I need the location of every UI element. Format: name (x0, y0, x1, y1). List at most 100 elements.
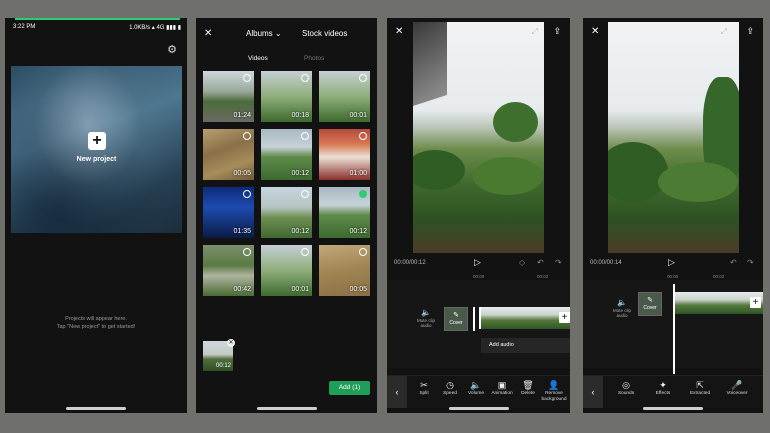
video-thumb[interactable]: 00:01 (319, 71, 370, 122)
video-thumb[interactable]: 00:05 (203, 129, 254, 180)
tab-videos[interactable]: Videos (248, 55, 268, 62)
sounds-icon: ◎ (622, 380, 630, 390)
new-project-label: New project (76, 156, 117, 163)
ruler-tick: 00:02 (537, 274, 549, 279)
video-duration: 00:12 (291, 170, 309, 177)
select-circle-icon[interactable] (301, 74, 309, 82)
gear-icon[interactable]: ⚙ (167, 43, 177, 56)
video-duration: 00:12 (291, 228, 309, 235)
home-screen: 3:22 PM 1.0KB/s ▴ 4G ▮▮▮ ▮ ⚙ + New proje… (5, 18, 187, 413)
new-project-card[interactable]: + New project (11, 66, 182, 233)
add-button[interactable]: Add (1) (329, 381, 370, 395)
fullscreen-icon[interactable]: ⤢ (532, 27, 538, 37)
playback-row: 00:00/00:14 ▷ ↶ ↷ (583, 257, 763, 270)
mute-clip-audio-button[interactable]: 🔈 Mute clip audio (415, 308, 437, 328)
select-circle-icon[interactable] (243, 248, 251, 256)
tool-label: Voiceover (726, 391, 748, 396)
video-preview[interactable] (608, 22, 739, 253)
video-thumb[interactable]: 00:01 (261, 245, 312, 296)
playhead[interactable] (673, 284, 675, 374)
select-circle-icon[interactable] (243, 74, 251, 82)
keyframe-icon[interactable]: ◇ (519, 258, 525, 267)
select-circle-icon[interactable] (359, 248, 367, 256)
video-clip[interactable]: + (479, 307, 570, 329)
close-icon[interactable]: ✕ (395, 26, 403, 37)
empty-line-1: Projects will appear here. (65, 316, 127, 322)
select-circle-icon[interactable] (301, 248, 309, 256)
video-thumb[interactable]: 00:12 (261, 187, 312, 238)
video-thumb[interactable]: 00:12 (319, 187, 370, 238)
select-circle-icon[interactable] (359, 190, 367, 198)
play-icon[interactable]: ▷ (668, 257, 675, 268)
video-thumb[interactable]: 00:18 (261, 71, 312, 122)
remove-icon[interactable]: ✕ (227, 339, 235, 347)
tool-label: Volume (468, 391, 484, 396)
ruler-tick: 00:02 (713, 274, 725, 279)
redo-icon[interactable]: ↷ (747, 258, 754, 267)
status-progress-line (15, 18, 180, 20)
empty-line-2: Tap "New project" to get started! (56, 324, 136, 330)
add-clip-icon[interactable]: + (750, 297, 761, 308)
back-icon[interactable]: ‹ (387, 376, 407, 408)
playback-time: 00:00/00:12 (394, 260, 426, 266)
tool-extracted[interactable]: ⇱ Extracted (687, 379, 713, 397)
cover-button[interactable]: ✎ Cover (444, 307, 468, 331)
export-icon[interactable]: ⇪ (746, 26, 754, 37)
tool-animation[interactable]: ▣ Animation (489, 379, 515, 397)
redo-icon[interactable]: ↷ (555, 258, 562, 267)
add-clip-icon[interactable]: + (559, 312, 570, 323)
video-preview[interactable] (413, 22, 544, 253)
video-thumb[interactable]: 00:05 (319, 245, 370, 296)
video-thumb[interactable]: 00:42 (203, 245, 254, 296)
fullscreen-icon[interactable]: ⤢ (721, 27, 727, 37)
tool-sounds[interactable]: ◎ Sounds (613, 379, 639, 397)
close-icon[interactable]: ✕ (591, 26, 599, 37)
video-thumb[interactable]: 01:24 (203, 71, 254, 122)
home-indicator (448, 407, 509, 410)
tool-effects[interactable]: ✦ Effects (650, 379, 676, 397)
timeline[interactable]: 🔈 Mute clip audio ✎ Cover + Add audio (387, 280, 570, 368)
tree (658, 162, 738, 202)
tool-remove-background[interactable]: 👤 Remove background (541, 379, 567, 402)
select-circle-icon[interactable] (243, 132, 251, 140)
undo-icon[interactable]: ↶ (537, 258, 544, 267)
playback-row: 00:00/00:12 ▷ ◇ ↶ ↷ (387, 257, 570, 270)
tool-speed[interactable]: ◷ Speed (437, 379, 463, 397)
back-icon[interactable]: ‹ (583, 376, 603, 408)
select-circle-icon[interactable] (301, 132, 309, 140)
speed-icon: ◷ (446, 380, 454, 390)
selected-clip-thumb[interactable]: ✕ 00:12 (203, 339, 235, 371)
video-thumb[interactable]: 00:12 (261, 129, 312, 180)
stock-videos-tab[interactable]: Stock videos (302, 29, 347, 38)
video-thumb[interactable]: 01:00 (319, 129, 370, 180)
home-indicator (256, 407, 317, 410)
undo-icon[interactable]: ↶ (730, 258, 737, 267)
video-duration: 01:24 (233, 112, 251, 119)
close-icon[interactable]: ✕ (204, 28, 212, 39)
albums-dropdown[interactable]: Albums ⌄ (246, 29, 282, 38)
mute-clip-audio-button[interactable]: 🔈 Mute clip audio (611, 298, 633, 318)
select-circle-icon[interactable] (301, 190, 309, 198)
tool-delete[interactable]: 🗑 Delete (515, 379, 541, 397)
video-duration: 00:42 (233, 286, 251, 293)
video-clip[interactable]: + (675, 292, 763, 314)
play-icon[interactable]: ▷ (474, 257, 481, 268)
playhead[interactable] (473, 307, 475, 331)
remove-background-icon: 👤 (548, 380, 560, 390)
status-bar: 3:22 PM 1.0KB/s ▴ 4G ▮▮▮ ▮ (13, 24, 181, 31)
select-circle-icon[interactable] (359, 132, 367, 140)
select-circle-icon[interactable] (243, 190, 251, 198)
editor-screen-clip: ✕ ⤢ ⇪ 00:00/00:12 ▷ ◇ ↶ ↷ 00:00 00:02 🔈 … (387, 18, 570, 413)
cover-button[interactable]: ✎ Cover (638, 292, 662, 316)
video-duration: 01:35 (233, 228, 251, 235)
tab-photos[interactable]: Photos (304, 55, 324, 62)
home-indicator (66, 407, 126, 410)
add-audio-track[interactable]: Add audio (481, 338, 570, 353)
export-icon[interactable]: ⇪ (553, 26, 561, 37)
tool-voiceover[interactable]: 🎤 Voiceover (724, 379, 750, 397)
select-circle-icon[interactable] (359, 74, 367, 82)
video-thumb[interactable]: 01:35 (203, 187, 254, 238)
tool-volume[interactable]: 🔈 Volume (463, 379, 489, 397)
tool-split[interactable]: ✂ Split (411, 379, 437, 397)
roof-edge (413, 22, 447, 107)
